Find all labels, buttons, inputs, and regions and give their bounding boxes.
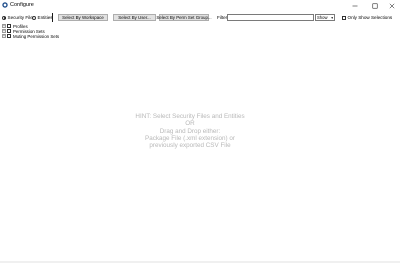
- title-bar[interactable]: Configure: [0, 0, 400, 11]
- select-by-workspace-button[interactable]: Select By Workspace: [58, 13, 108, 21]
- hint-line-1: HINT: Select Security Files and Entities: [135, 113, 245, 120]
- minimize-button[interactable]: [346, 0, 364, 11]
- chevron-down-icon: ▾: [331, 15, 333, 20]
- tree-item-muting-permission-sets[interactable]: + Muting Permission Sets: [2, 34, 62, 39]
- app-icon: [2, 2, 8, 8]
- close-icon: [389, 3, 395, 8]
- filter-input[interactable]: [227, 14, 314, 21]
- tree-checkbox[interactable]: [7, 24, 11, 28]
- tree-item-label[interactable]: Muting Permission Sets: [13, 34, 59, 39]
- tree-checkbox[interactable]: [7, 34, 11, 38]
- expand-icon[interactable]: +: [2, 24, 6, 28]
- configure-window: Configure Security Files Entities Select…: [0, 0, 400, 263]
- hint-line-3: Drag and Drop either:: [159, 127, 221, 135]
- entities-radio[interactable]: [32, 15, 36, 20]
- only-show-selections-label[interactable]: Only Show Selections: [348, 15, 393, 20]
- hint-line-4: Package File (.xml extension) or: [145, 134, 235, 142]
- hint-line-2: OR: [185, 120, 195, 128]
- maximize-icon: [372, 3, 378, 8]
- show-select[interactable]: Show ▾: [315, 14, 335, 21]
- maximize-button[interactable]: [366, 0, 384, 11]
- show-select-value: Show: [317, 15, 328, 20]
- close-button[interactable]: [383, 0, 400, 11]
- only-show-selections-checkbox[interactable]: [342, 15, 346, 20]
- tree-checkbox[interactable]: [7, 29, 11, 33]
- expand-icon[interactable]: +: [2, 29, 6, 33]
- hint-line-5: previously exported CSV File: [149, 142, 231, 150]
- security-files-radio[interactable]: [2, 15, 6, 20]
- select-by-user-button[interactable]: Select By User...: [113, 13, 156, 21]
- security-files-label[interactable]: Security Files: [8, 15, 36, 20]
- window-title: Configure: [10, 2, 34, 8]
- drop-hint: HINT: Select Security Files and Entities…: [90, 113, 290, 149]
- select-by-perm-set-group-button[interactable]: Select By Perm Set Group...: [156, 13, 212, 21]
- expand-icon[interactable]: +: [2, 34, 6, 38]
- toolbar-separator: [52, 13, 53, 22]
- entities-label[interactable]: Entities: [38, 15, 53, 20]
- minimize-icon: [352, 5, 358, 6]
